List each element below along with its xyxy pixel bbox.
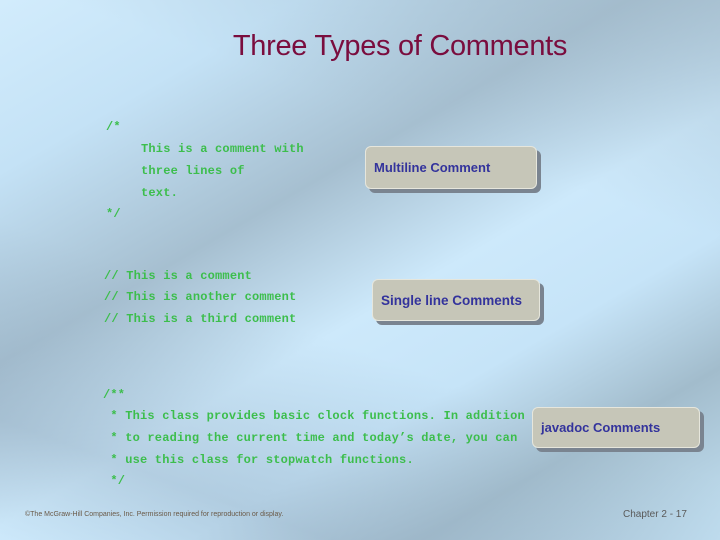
page-number: Chapter 2 - 17 bbox=[623, 509, 687, 520]
single-line-comments-code: // This is a comment // This is another … bbox=[104, 269, 296, 326]
code-line: * use this class for stopwatch functions… bbox=[103, 453, 414, 467]
copyright-notice: ©The McGraw-Hill Companies, Inc. Permiss… bbox=[25, 511, 284, 518]
code-line: * This class provides basic clock functi… bbox=[103, 409, 525, 423]
slide-title: Three Types of Comments bbox=[232, 30, 568, 62]
code-line: text. bbox=[141, 186, 179, 200]
code-line: /** bbox=[103, 388, 126, 402]
callout-multiline-comment: Multiline Comment bbox=[365, 146, 537, 189]
code-line: This is a comment with bbox=[141, 142, 304, 156]
code-line: */ bbox=[103, 474, 126, 488]
code-line: // This is a comment bbox=[104, 269, 253, 283]
code-line: // This is another comment bbox=[104, 290, 297, 304]
multiline-comment-code: /* This is a comment with three lines of… bbox=[106, 120, 304, 221]
callout-single-line-comments: Single line Comments bbox=[372, 279, 540, 321]
code-line: // This is a third comment bbox=[104, 312, 297, 326]
code-line: * to reading the current time and today’… bbox=[103, 431, 518, 445]
code-line: */ bbox=[106, 207, 121, 221]
javadoc-comments-code: /** * This class provides basic clock fu… bbox=[103, 388, 525, 488]
code-line: /* bbox=[106, 120, 121, 134]
code-line: three lines of bbox=[141, 164, 245, 178]
callout-javadoc-comments: javadoc Comments bbox=[532, 407, 700, 448]
